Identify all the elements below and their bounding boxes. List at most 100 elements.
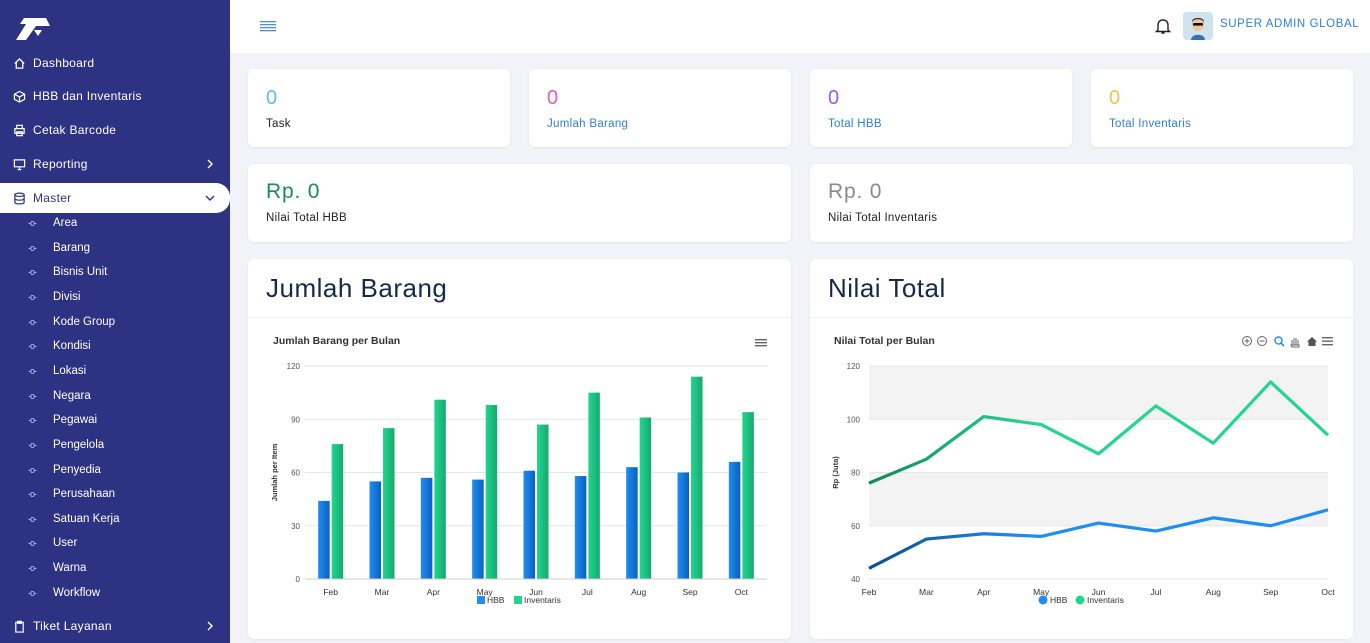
panel-nilai-total: Nilai Total Nilai Total per Bulan 40 60 80 1… [810, 259, 1353, 639]
sidebar-item-label: Perusahaan [53, 488, 116, 501]
bar-hbb-sep [677, 472, 689, 579]
sidebar-item-bisnis-unit[interactable]: -o- Bisnis Unit [0, 261, 230, 283]
monitor-icon [12, 157, 26, 171]
total-card-hbb: Rp. 0 Nilai Total HBB [248, 164, 791, 242]
sidebar-item-kondisi[interactable]: -o- Kondisi [0, 335, 230, 357]
bar-chart: Jumlah Barang per Bulan 0 30 60 90 120 Jumlah … [270, 335, 767, 605]
x-tick-label: Mar [919, 587, 934, 597]
chevron-right-icon [207, 621, 213, 631]
sidebar-item-lokasi[interactable]: -o- Lokasi [0, 360, 230, 382]
username-label[interactable]: SUPER ADMIN GLOBAL [1220, 18, 1359, 30]
total-label: Nilai Total Inventaris [828, 212, 938, 224]
nav-cetak-label: Cetak Barcode [33, 123, 117, 137]
stat-value: 0 [547, 87, 559, 109]
sidebar-item-user[interactable]: -o- User [0, 532, 230, 554]
sidebar-item-label: Penyedia [53, 463, 101, 476]
sidebar-item-warna[interactable]: -o- Warna [0, 557, 230, 579]
y-tick-label: 60 [851, 522, 860, 531]
legend-marker-hbb [1038, 595, 1048, 605]
total-card-inventaris: Rp. 0 Nilai Total Inventaris [810, 164, 1353, 242]
bar-inventaris-mar [383, 428, 395, 579]
bullet-icon: -o- [28, 291, 37, 302]
chart-menu-icon[interactable] [1322, 337, 1333, 346]
total-label: Nilai Total HBB [266, 212, 347, 224]
chevron-down-icon [205, 195, 215, 201]
sidebar-item-workflow[interactable]: -o- Workflow [0, 582, 230, 604]
sidebar-item-label: Barang [53, 241, 91, 254]
panel-title: Jumlah Barang [266, 273, 448, 303]
sidebar-item-negara[interactable]: -o- Negara [0, 385, 230, 407]
bar-hbb-jul [574, 476, 587, 579]
stat-value: 0 [266, 87, 278, 109]
bar-hbb-oct [728, 461, 741, 579]
sidebar-item-pengelola[interactable]: -o- Pengelola [0, 434, 230, 456]
x-tick-label: Mar [375, 587, 390, 597]
notification-bell-icon[interactable] [1155, 17, 1171, 35]
bullet-icon: -o- [28, 415, 37, 426]
nav-tiket-layanan[interactable]: Tiket Layanan [0, 611, 230, 641]
y-tick-label: 0 [296, 575, 301, 584]
sidebar-item-pegawai[interactable]: -o- Pegawai [0, 409, 230, 431]
y-tick-label: 120 [287, 362, 301, 371]
y-tick-label: 30 [291, 522, 300, 531]
sidebar-item-label: Pengelola [53, 438, 105, 451]
stat-value: 0 [1109, 87, 1121, 109]
y-axis-label: Jumlah per Item [270, 443, 279, 501]
panel-jumlah-barang: Jumlah Barang Jumlah Barang per Bulan 0 30… [248, 259, 791, 639]
sidebar-item-perusahaan[interactable]: -o- Perusahaan [0, 483, 230, 505]
x-tick-label: Aug [1206, 587, 1221, 597]
legend-swatch-inventaris [514, 596, 522, 604]
bar-inventaris-feb [331, 444, 344, 579]
nav-reporting[interactable]: Reporting [0, 149, 230, 179]
sidebar-item-area[interactable]: -o- Area [0, 212, 230, 234]
bar-inventaris-apr [434, 399, 446, 579]
bullet-icon: -o- [28, 365, 37, 376]
pan-icon[interactable] [1290, 338, 1300, 348]
legend-label: HBB [1050, 595, 1068, 605]
bullet-icon: -o- [28, 218, 37, 228]
x-tick-label: May [1033, 587, 1050, 597]
bullet-icon: -o- [28, 513, 37, 524]
clipboard-icon [12, 619, 26, 633]
menu-toggle-icon[interactable] [260, 20, 276, 32]
x-tick-label: Jul [582, 587, 593, 597]
sidebar-item-label: Warna [53, 562, 87, 575]
stat-label[interactable]: Jumlah Barang [547, 118, 628, 130]
stat-card-total-hbb: 0 Total HBB [810, 69, 1072, 147]
bar-hbb-jun [523, 470, 535, 579]
bullet-icon: -o- [28, 587, 37, 598]
bullet-icon: -o- [28, 439, 37, 450]
stat-label[interactable]: Total Inventaris [1109, 118, 1191, 130]
sidebar-item-label: Satuan Kerja [53, 512, 120, 525]
sidebar-item-penyedia[interactable]: -o- Penyedia [0, 459, 230, 481]
reset-home-icon[interactable] [1307, 337, 1317, 346]
printer-icon [12, 123, 26, 137]
sidebar-item-barang[interactable]: -o- Barang [0, 237, 230, 259]
x-tick-label: Aug [631, 587, 646, 597]
sidebar-item-kode-group[interactable]: -o- Kode Group [0, 311, 230, 333]
zoom-in-icon[interactable] [1242, 336, 1252, 346]
sidebar-item-label: Workflow [53, 586, 101, 599]
nav-dashboard[interactable]: Dashboard [0, 48, 230, 78]
y-tick-label: 60 [291, 469, 300, 478]
sidebar-item-label: User [53, 537, 78, 550]
chart-menu-icon[interactable] [755, 339, 767, 347]
nav-cetak-barcode[interactable]: Cetak Barcode [0, 115, 230, 145]
bar-hbb-mar [369, 481, 381, 579]
avatar[interactable] [1183, 12, 1213, 40]
sidebar-item-satuan-kerja[interactable]: -o- Satuan Kerja [0, 508, 230, 530]
zoom-select-icon[interactable] [1274, 336, 1285, 347]
nav-hbb-inventaris[interactable]: HBB dan Inventaris [0, 81, 230, 111]
app-logo[interactable] [12, 14, 52, 42]
zoom-out-icon[interactable] [1257, 336, 1267, 346]
bar-inventaris-sep [691, 376, 703, 579]
sidebar-item-label: Kondisi [53, 340, 91, 353]
nav-master[interactable]: Master [0, 183, 230, 213]
stat-label[interactable]: Total HBB [828, 118, 882, 130]
x-tick-label: Oct [1321, 587, 1335, 597]
sidebar-item-divisi[interactable]: -o- Divisi [0, 286, 230, 308]
bullet-icon: -o- [28, 538, 37, 549]
nav-hbb-label: HBB dan Inventaris [33, 89, 142, 103]
y-axis-label: Rp (Juta) [831, 456, 840, 489]
grid-band [869, 472, 1328, 526]
